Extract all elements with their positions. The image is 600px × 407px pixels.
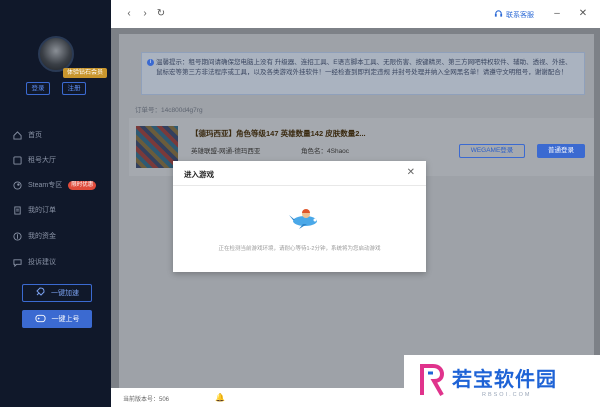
vip-badge: 体验钻石会员 xyxy=(63,68,108,78)
titlebar: ‹ › ↻ 联系客服 – ✕ xyxy=(111,0,600,28)
watermark-url: RBSOI.COM xyxy=(482,392,532,398)
info-icon: i xyxy=(147,59,154,66)
dialog-title: 进入游戏 xyxy=(184,170,214,179)
login-button[interactable]: 登录 xyxy=(26,82,50,95)
sidebar-item-home[interactable]: 首页 xyxy=(12,128,42,142)
dialog-message: 正在检测当前游戏环境，请耐心等待1-2分钟，系统将为您启动游戏 xyxy=(218,246,381,252)
account-title: 【德玛西亚】角色等级147 英雄数量142 皮肤数量2... xyxy=(191,129,366,138)
sidebar-item-label: 租号大厅 xyxy=(28,157,56,164)
refresh-icon[interactable]: ↻ xyxy=(155,8,167,20)
sidebar-item-steam[interactable]: Steam专区 限时优惠 xyxy=(12,178,97,192)
notice-text: 温馨提示：租号期间请确保您电脑上没有 升级器、连招工具、E语言脚本工具、无限伤害… xyxy=(156,59,572,76)
sidebar-item-label: 投诉建议 xyxy=(28,259,56,266)
game-thumbnail xyxy=(136,126,178,168)
wegame-login-button[interactable]: WEGAME登录 xyxy=(459,144,525,158)
version-label: 当前版本号：506 xyxy=(123,397,170,403)
home-icon xyxy=(12,130,22,140)
sidebar-item-feedback[interactable]: 投诉建议 xyxy=(12,255,56,269)
support-link[interactable]: 联系客服 xyxy=(494,9,534,20)
gamepad-icon xyxy=(34,314,46,325)
airplane-mascot-icon xyxy=(289,209,317,229)
close-icon[interactable]: ✕ xyxy=(577,8,589,20)
back-icon[interactable]: ‹ xyxy=(123,8,135,20)
register-button[interactable]: 注册 xyxy=(62,82,86,95)
forward-icon[interactable]: › xyxy=(139,8,151,20)
sidebar-item-wallet[interactable]: 我的资金 xyxy=(12,229,56,243)
dialog-header: 进入游戏 ✕ xyxy=(173,161,426,186)
sidebar-item-orders[interactable]: 我的订单 xyxy=(12,203,56,217)
avatar[interactable] xyxy=(38,36,74,72)
steam-icon xyxy=(12,180,22,190)
support-label: 联系客服 xyxy=(506,11,534,19)
close-icon[interactable]: ✕ xyxy=(407,167,415,178)
account-server: 英雄联盟-网通-德玛西亚 xyxy=(191,148,261,155)
normal-login-button[interactable]: 普通登录 xyxy=(537,144,585,158)
sidebar-item-hall[interactable]: 租号大厅 xyxy=(12,153,56,167)
wallet-icon xyxy=(12,231,22,241)
hall-icon xyxy=(12,155,22,165)
feedback-icon xyxy=(12,257,22,267)
rocket-icon xyxy=(35,287,45,299)
minimize-icon[interactable]: – xyxy=(551,8,563,20)
watermark-text: 若宝软件园 xyxy=(452,369,557,391)
accelerate-label: 一键加速 xyxy=(51,290,79,297)
watermark-logo-icon xyxy=(420,364,445,396)
promo-badge: 限时优惠 xyxy=(68,180,97,190)
sidebar: 体验钻石会员 登录 注册 首页 租号大厅 Steam专区 限时优惠 我的订单 我… xyxy=(0,0,111,407)
sidebar-item-label: 首页 xyxy=(28,132,42,139)
sidebar-item-label: Steam专区 xyxy=(28,182,63,189)
account-role: 角色名：4Shaoc xyxy=(301,148,350,155)
notice-box: i 温馨提示：租号期间请确保您电脑上没有 升级器、连招工具、E语言脚本工具、无限… xyxy=(141,52,585,95)
sidebar-item-label: 我的资金 xyxy=(28,233,56,240)
headset-icon xyxy=(494,9,503,20)
enter-game-dialog: 进入游戏 ✕ 正在检测当前游戏环境，请耐心等待1-2分钟，系统将为您启动游戏 xyxy=(173,161,426,272)
watermark: 若宝软件园 RBSOI.COM xyxy=(404,355,600,407)
order-icon xyxy=(12,205,22,215)
sidebar-item-label: 我的订单 xyxy=(28,207,56,214)
quick-login-button[interactable]: 一键上号 xyxy=(22,310,92,328)
bell-icon[interactable]: 🔔 xyxy=(215,393,225,402)
order-number: 订单号：14c800d4g7rg xyxy=(135,107,203,114)
quick-login-label: 一键上号 xyxy=(51,316,80,323)
accelerate-button[interactable]: 一键加速 xyxy=(22,284,92,302)
